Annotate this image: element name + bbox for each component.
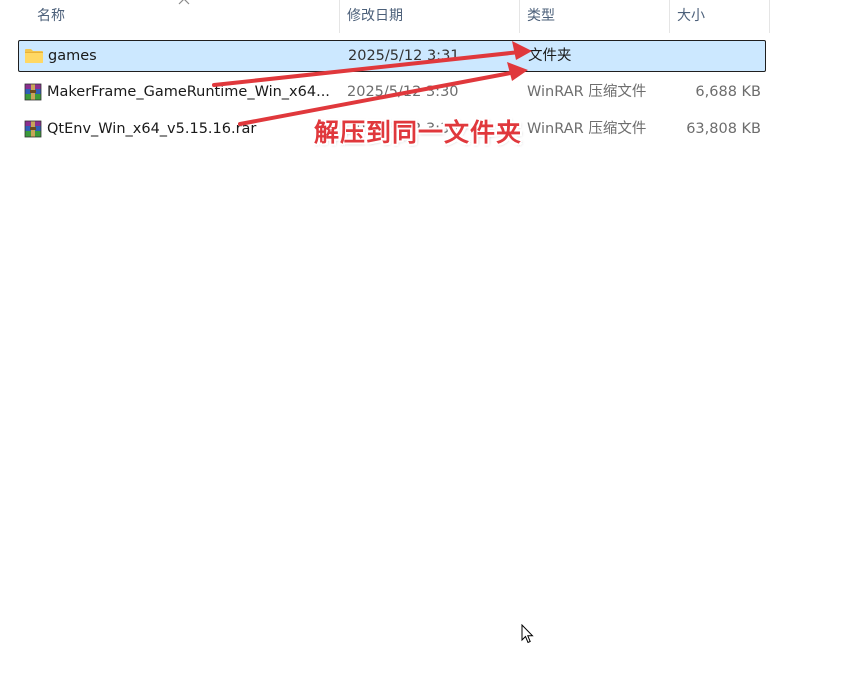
column-size-label: 大小	[677, 8, 705, 24]
column-header: 名称 修改日期 类型 大小	[0, 0, 770, 33]
column-type-header[interactable]: 类型	[519, 0, 669, 33]
file-size: 63,808 KB	[686, 121, 761, 137]
column-size-header[interactable]: 大小	[669, 0, 769, 33]
column-date-header[interactable]: 修改日期	[339, 0, 519, 33]
sort-ascending-icon	[178, 0, 190, 5]
column-date-label: 修改日期	[347, 8, 403, 24]
winrar-archive-icon	[24, 83, 42, 101]
file-row-makerframe[interactable]: MakerFrame_GameRuntime_Win_x64... 2025/5…	[18, 77, 766, 109]
file-name: QtEnv_Win_x64_v5.15.16.rar	[47, 121, 257, 137]
file-explorer-view: 名称 修改日期 类型 大小 games 2025/5/12 3:31 文件夹 M…	[0, 0, 868, 691]
column-divider[interactable]	[769, 0, 770, 33]
folder-icon	[25, 49, 43, 63]
file-name: games	[48, 48, 97, 64]
column-type-label: 类型	[527, 8, 555, 24]
file-date: 2025/5/12 3:31	[348, 48, 460, 64]
file-row-games[interactable]: games 2025/5/12 3:31 文件夹	[18, 40, 766, 72]
winrar-archive-icon	[24, 120, 42, 138]
column-name-label: 名称	[37, 8, 65, 24]
file-date: 2025/5/12 3:30	[347, 84, 459, 100]
file-type: WinRAR 压缩文件	[527, 84, 647, 100]
file-name: MakerFrame_GameRuntime_Win_x64...	[47, 84, 330, 100]
annotation-label: 解压到同一文件夹	[314, 118, 523, 147]
mouse-cursor-icon	[521, 624, 534, 644]
file-type: WinRAR 压缩文件	[527, 121, 647, 137]
file-type: 文件夹	[528, 48, 572, 64]
file-size: 6,688 KB	[695, 84, 761, 100]
